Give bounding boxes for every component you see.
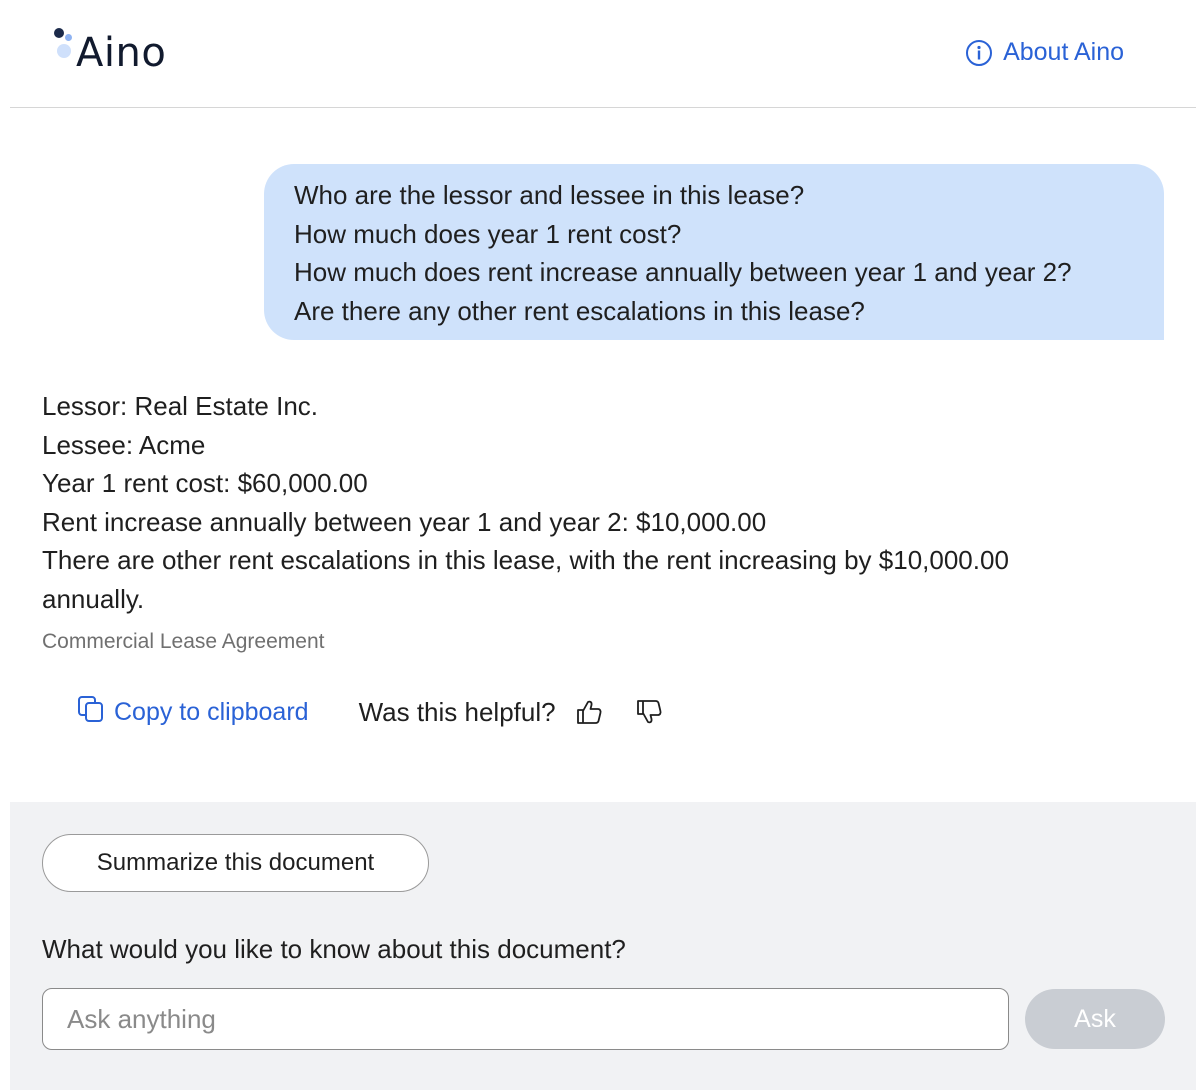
logo-dot — [57, 44, 71, 58]
copy-to-clipboard-button[interactable]: Copy to clipboard — [76, 694, 309, 731]
info-icon — [965, 39, 993, 67]
app-header: Aino About Aino — [10, 0, 1196, 108]
copy-label: Copy to clipboard — [114, 697, 309, 726]
user-message-bubble: Who are the lessor and lessee in this le… — [264, 164, 1164, 340]
answer-line: Rent increase annually between year 1 an… — [42, 506, 767, 537]
user-message-line: How much does rent increase annually bet… — [294, 257, 1072, 287]
logo-dot — [65, 34, 72, 41]
user-message-line: How much does year 1 rent cost? — [294, 218, 682, 249]
answer-line: Year 1 rent cost: $60,000.00 — [42, 468, 368, 498]
question-prompt-label: What would you like to know about this d… — [42, 934, 626, 964]
answer-line: annually. — [42, 583, 145, 614]
composer-panel: Summarize this document What would you l… — [10, 802, 1196, 1090]
answer-line: Lessee: Acme — [42, 429, 206, 460]
user-message-line: Who are the lessor and lessee in this le… — [294, 180, 805, 210]
thumbs-up-icon — [576, 700, 602, 724]
helpful-prompt: Was this helpful? — [358, 696, 556, 727]
thumbs-up-button[interactable] — [574, 697, 604, 727]
logo-text: Aino — [76, 30, 167, 76]
thumbs-down-icon — [636, 700, 662, 724]
copy-icon — [76, 694, 106, 731]
answer-source: Commercial Lease Agreement — [42, 630, 325, 653]
answer-line: Lessor: Real Estate Inc. — [42, 391, 319, 421]
summarize-document-button[interactable]: Summarize this document — [42, 834, 429, 892]
thumbs-down-button[interactable] — [634, 697, 664, 727]
answer-actions: Copy to clipboard Was this helpful? — [76, 692, 664, 732]
answer-line: There are other rent escalations in this… — [42, 545, 1009, 575]
ask-input[interactable] — [42, 988, 1009, 1050]
assistant-answer: Lessor: Real Estate Inc. Lessee: Acme Ye… — [42, 387, 1152, 618]
about-aino-link[interactable]: About Aino — [965, 38, 1124, 67]
logo-dot — [54, 28, 64, 38]
ask-button[interactable]: Ask — [1025, 989, 1165, 1049]
user-message-line: Are there any other rent escalations in … — [294, 295, 865, 326]
aino-logo: Aino — [54, 26, 184, 78]
about-aino-label: About Aino — [1003, 38, 1124, 66]
